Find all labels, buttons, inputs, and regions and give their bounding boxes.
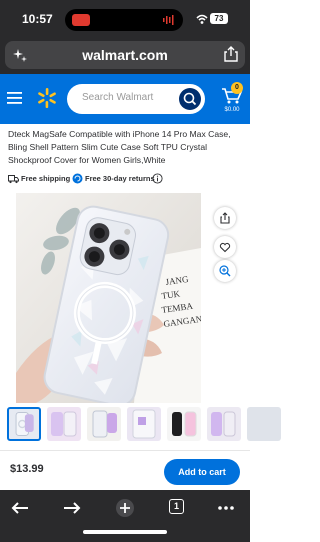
- more-options-icon[interactable]: [214, 498, 238, 518]
- status-time: 10:57: [22, 12, 53, 26]
- browser-toolbar: walmart.com: [0, 38, 250, 74]
- thumbnail-image: [15, 412, 34, 436]
- product-title: Dteck MagSafe Compatible with iPhone 14 …: [8, 129, 231, 165]
- buy-bar: $13.99 Add to cart: [0, 450, 250, 490]
- free-shipping-label: Free shipping: [21, 174, 71, 183]
- add-to-cart-button[interactable]: Add to cart: [164, 459, 240, 485]
- walmart-spark-logo[interactable]: [36, 87, 58, 109]
- fulfillment-badges: Free shipping Free 30-day returns: [8, 173, 246, 185]
- info-icon[interactable]: [152, 173, 163, 184]
- share-icon: [220, 212, 230, 224]
- cart-total: $0.00: [224, 107, 240, 113]
- thumbnail-item[interactable]: [127, 407, 161, 441]
- thumbnail-item[interactable]: [87, 407, 121, 441]
- search-field[interactable]: Search Walmart: [67, 84, 205, 114]
- thumbnail-image: [92, 410, 117, 438]
- thumbnail-strip: [7, 407, 281, 441]
- thumbnail-image: [51, 411, 77, 437]
- thumbnail-image: [211, 411, 236, 437]
- search-icon: [183, 92, 197, 106]
- cart-button[interactable]: 0 $0.00: [218, 82, 246, 118]
- product-main-image[interactable]: JANG TUK TEMBA GANGAN: [16, 193, 201, 403]
- phone-case-photo: JANG TUK TEMBA GANGAN: [16, 193, 201, 403]
- thumbnail-item[interactable]: [167, 407, 201, 441]
- cart-count-badge: 0: [231, 82, 243, 94]
- battery-indicator: 73: [210, 13, 228, 24]
- thumbnail-item[interactable]: [207, 407, 241, 441]
- share-icon[interactable]: [224, 46, 238, 62]
- site-header: Search Walmart 0 $0.00: [0, 74, 250, 124]
- search-placeholder[interactable]: Search Walmart: [82, 92, 153, 103]
- zoom-button[interactable]: [214, 260, 236, 282]
- thumbnail-item[interactable]: [47, 407, 81, 441]
- home-indicator: [83, 530, 167, 534]
- thumbnail-item[interactable]: [247, 407, 281, 441]
- zoom-in-icon: [219, 265, 231, 277]
- heart-icon: [219, 242, 231, 253]
- status-bar: 10:57 73: [0, 0, 250, 38]
- tab-switcher-button[interactable]: 1: [169, 499, 184, 514]
- search-button[interactable]: [179, 88, 201, 110]
- forward-arrow-icon[interactable]: [60, 498, 84, 518]
- audio-wave-icon: [163, 15, 174, 25]
- dynamic-island: [65, 9, 183, 31]
- thumbnail-item[interactable]: [7, 407, 41, 441]
- favorite-button[interactable]: [214, 236, 236, 258]
- menu-icon[interactable]: [7, 92, 22, 104]
- free-returns-label[interactable]: Free 30-day returns: [85, 173, 155, 185]
- share-product-button[interactable]: [214, 207, 236, 229]
- returns-icon: [72, 173, 83, 184]
- thumbnail-image: [172, 411, 197, 437]
- back-arrow-icon[interactable]: [8, 498, 32, 518]
- new-tab-icon[interactable]: [113, 498, 137, 518]
- url-text[interactable]: walmart.com: [5, 47, 245, 63]
- product-price: $13.99: [10, 463, 44, 475]
- thumbnail-image: [132, 409, 156, 439]
- wifi-icon: [196, 14, 208, 24]
- recording-indicator-icon: [72, 14, 90, 26]
- truck-icon: [8, 175, 19, 184]
- browser-nav-bar: 1: [0, 490, 250, 542]
- address-bar[interactable]: walmart.com: [5, 41, 245, 69]
